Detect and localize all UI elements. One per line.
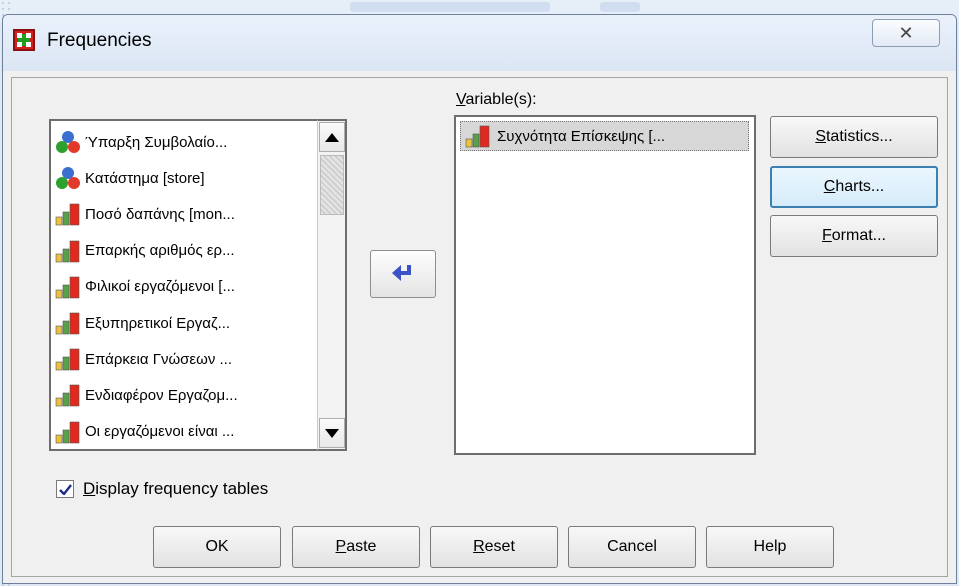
statistics-button[interactable]: Statistics... (770, 116, 938, 158)
dialog-title: Frequencies (47, 30, 152, 51)
display-frequency-tables-checkbox[interactable] (56, 480, 74, 498)
ordinal-variable-icon (465, 124, 491, 148)
variable-list-item[interactable]: Κατάστημα [store] (55, 163, 205, 193)
ordinal-variable-icon (55, 202, 81, 226)
reset-button[interactable]: Reset (430, 526, 558, 568)
arrow-down-icon (325, 428, 339, 438)
frequencies-dialog: Frequencies ✕ Ύπαρξη Συμβολαίο... Κατάστη… (2, 14, 957, 584)
dialog-body: Ύπαρξη Συμβολαίο... Κατάστημα [store] Ποσό… (11, 77, 948, 577)
arrow-up-icon (325, 132, 339, 142)
scroll-down-button[interactable] (319, 418, 345, 448)
title-bar[interactable]: Frequencies ✕ (3, 15, 956, 71)
variable-label: Ύπαρξη Συμβολαίο... (85, 133, 228, 151)
close-button[interactable]: ✕ (872, 19, 940, 47)
spss-app-icon (13, 29, 35, 51)
checkmark-icon (58, 483, 72, 495)
variable-label: Ποσό δαπάνης [mon... (85, 205, 235, 223)
charts-button[interactable]: Charts... (770, 166, 938, 208)
selected-variable-item[interactable]: Συχνότητα Επίσκεψης [... (460, 121, 749, 151)
format-button[interactable]: Format... (770, 215, 938, 257)
display-frequency-tables-option[interactable]: Display frequency tables (56, 479, 268, 499)
selected-variables-list[interactable]: Συχνότητα Επίσκεψης [... (454, 115, 756, 455)
source-list-scrollbar[interactable] (317, 119, 347, 451)
variable-list-item[interactable]: Επαρκής αριθμός ερ... (55, 236, 235, 266)
variable-list-item[interactable]: Ενδιαφέρον Εργαζομ... (55, 380, 238, 410)
ok-button[interactable]: OK (153, 526, 281, 568)
background-text-blur (600, 2, 640, 12)
ordinal-variable-icon (55, 311, 81, 335)
close-icon: ✕ (898, 22, 914, 44)
arrow-left-icon (392, 265, 411, 281)
background-text-blur (350, 2, 550, 12)
variable-label: Συχνότητα Επίσκεψης [... (497, 127, 666, 145)
nominal-variable-icon (55, 130, 81, 154)
variable-list-item[interactable]: Φιλικοί εργαζόμενοι [... (55, 272, 235, 302)
variable-label: Φιλικοί εργαζόμενοι [... (85, 278, 235, 296)
ordinal-variable-icon (55, 383, 81, 407)
scroll-thumb[interactable] (320, 155, 344, 215)
variable-label: Εξυπηρετικοί Εργαζ... (85, 314, 231, 332)
variable-list-item[interactable]: Εξυπηρετικοί Εργαζ... (55, 308, 230, 338)
ordinal-variable-icon (55, 347, 81, 371)
paste-button[interactable]: Paste (292, 526, 420, 568)
ordinal-variable-icon (55, 275, 81, 299)
variable-label: Οι εργαζόμενοι είναι ... (85, 423, 235, 441)
variables-label: Variable(s): (456, 91, 537, 108)
variable-list-item[interactable]: Ύπαρξη Συμβολαίο... (55, 127, 227, 157)
ordinal-variable-icon (55, 420, 81, 444)
variable-label: Επαρκής αριθμός ερ... (85, 242, 235, 260)
variable-label: Επάρκεια Γνώσεων ... (85, 350, 233, 368)
source-variable-list[interactable]: Ύπαρξη Συμβολαίο... Κατάστημα [store] Ποσό… (49, 119, 347, 451)
scroll-up-button[interactable] (319, 122, 345, 152)
cancel-button[interactable]: Cancel (568, 526, 696, 568)
help-button[interactable]: Help (706, 526, 834, 568)
variable-list-item[interactable]: Ποσό δαπάνης [mon... (55, 199, 235, 229)
nominal-variable-icon (55, 166, 81, 190)
variable-label: Ενδιαφέρον Εργαζομ... (85, 386, 238, 404)
checkbox-label: Display frequency tables (83, 479, 269, 498)
variable-label: Κατάστημα [store] (85, 169, 205, 187)
move-variable-button[interactable] (370, 250, 436, 298)
variable-list-item[interactable]: Οι εργαζόμενοι είναι ... (55, 417, 234, 447)
ordinal-variable-icon (55, 239, 81, 263)
variable-list-item[interactable]: Επάρκεια Γνώσεων ... (55, 344, 232, 374)
